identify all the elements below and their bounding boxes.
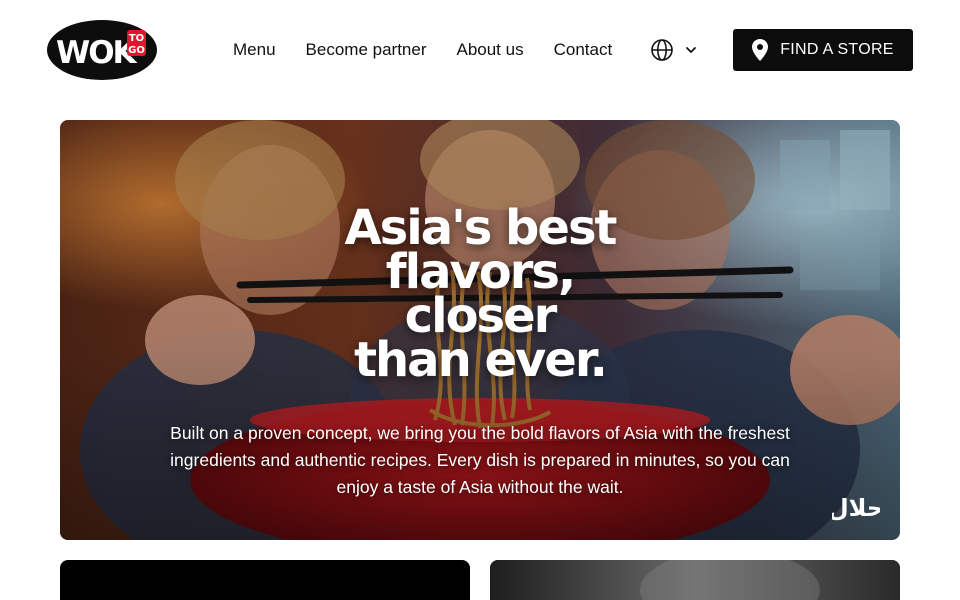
nav-item-contact[interactable]: Contact xyxy=(554,38,613,62)
halal-icon: حلال xyxy=(828,490,884,522)
logo-main-text: WOK xyxy=(56,35,138,71)
logo-badge-bottom: GO xyxy=(128,45,145,56)
hero-description: Built on a proven concept, we bring you … xyxy=(170,423,790,497)
logo-badge-top: TO xyxy=(129,33,144,44)
globe-icon xyxy=(651,39,673,61)
main-nav: Menu Become partner About us Contact xyxy=(233,38,642,62)
nav-item-menu[interactable]: Menu xyxy=(233,38,276,62)
hero-banner: Asia's best flavors, closer than ever. B… xyxy=(60,120,900,540)
halal-text: حلال xyxy=(832,494,880,522)
promo-card-left[interactable] xyxy=(60,560,470,600)
language-selector[interactable] xyxy=(650,38,698,62)
nav-item-about-us[interactable]: About us xyxy=(456,38,523,62)
find-a-store-label: FIND A STORE xyxy=(780,41,894,58)
hero-heading: Asia's best flavors, closer than ever. xyxy=(60,204,900,388)
promo-card-right[interactable] xyxy=(490,560,900,600)
nav-item-become-partner[interactable]: Become partner xyxy=(306,38,427,62)
wok-to-go-logo[interactable]: WOK TO GO xyxy=(46,19,158,81)
map-pin-icon xyxy=(752,39,769,61)
find-a-store-button[interactable]: FIND A STORE xyxy=(733,29,913,71)
site-header: WOK TO GO Menu Become partner About us C… xyxy=(0,0,960,100)
promo-card-photo xyxy=(490,560,900,600)
hero-heading-line-4: than ever. xyxy=(354,332,608,388)
chevron-down-icon xyxy=(686,47,696,53)
